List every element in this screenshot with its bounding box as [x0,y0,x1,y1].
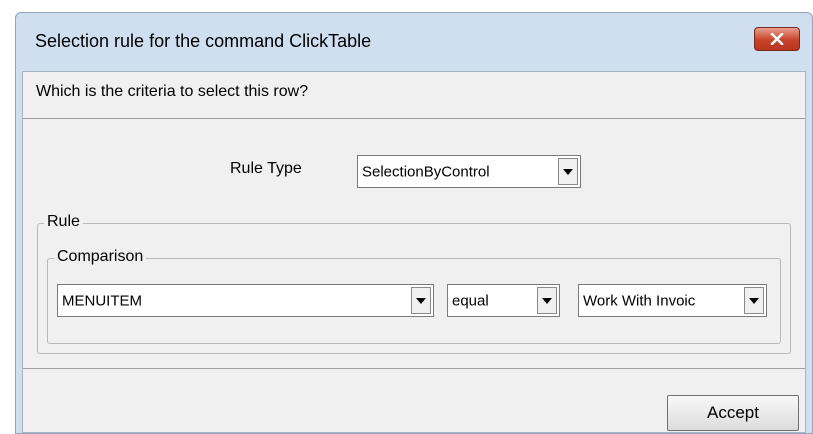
rule-group-label: Rule [44,213,83,231]
dialog-window: Selection rule for the command ClickTabl… [15,12,813,434]
comparison-group-label: Comparison [54,248,147,266]
chevron-down-icon [749,297,759,304]
title-bar[interactable]: Selection rule for the command ClickTabl… [16,13,812,71]
chevron-down-icon [563,168,573,175]
close-button[interactable] [754,27,800,51]
comparison-value-dropdown[interactable]: Work With Invoic [578,284,767,317]
comparison-operator-dropdown[interactable]: equal [447,284,560,317]
question-text: Which is the criteria to select this row… [36,83,309,100]
rule-type-dropdown-arrow[interactable] [558,158,578,185]
chevron-down-icon [542,297,552,304]
comparison-field-dropdown-arrow[interactable] [411,287,431,314]
accept-button[interactable]: Accept [667,395,799,431]
window-title: Selection rule for the command ClickTabl… [35,31,372,51]
rule-groupbox: Rule Comparison MENUITEM equal Work With… [37,213,791,354]
chevron-down-icon [416,297,426,304]
comparison-operator-dropdown-arrow[interactable] [537,287,557,314]
rule-type-label: Rule Type [230,160,302,177]
dialog-body: Which is the criteria to select this row… [22,71,806,433]
rule-type-value: SelectionByControl [362,163,490,180]
comparison-field-value: MENUITEM [62,292,142,309]
rule-content: Rule Type SelectionByControl Rule Compar… [23,120,805,369]
comparison-groupbox: Comparison MENUITEM equal Work With Invo… [47,248,781,344]
comparison-value-value: Work With Invoic [583,292,696,309]
comparison-operator-value: equal [452,292,489,309]
rule-type-dropdown[interactable]: SelectionByControl [357,155,581,188]
comparison-value-dropdown-arrow[interactable] [744,287,764,314]
question-bar: Which is the criteria to select this row… [23,72,805,119]
comparison-field-dropdown[interactable]: MENUITEM [57,284,434,317]
close-icon [770,33,784,45]
